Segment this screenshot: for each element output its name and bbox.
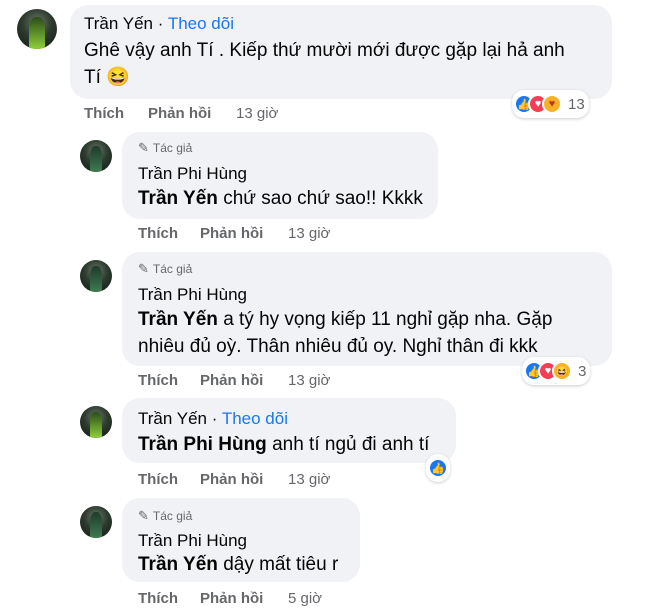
comment-actions: Thích Phản hồi 5 giờ	[138, 590, 438, 608]
mention-link[interactable]: Trần Yến	[138, 554, 218, 575]
comment-author: Trần Yến · Theo dõi	[138, 409, 288, 428]
author-name[interactable]: Trần Yến	[138, 409, 207, 428]
reaction-count: 3	[578, 362, 587, 380]
timestamp[interactable]: 13 giờ	[288, 372, 330, 389]
comment-actions: Thích Phản hồi 13 giờ	[138, 225, 438, 245]
timestamp[interactable]: 13 giờ	[288, 225, 330, 242]
reply-button[interactable]: Phản hồi	[200, 590, 263, 607]
reaction-summary[interactable]: 👍 ♥ 😆 3	[522, 357, 591, 385]
pencil-icon: ✎	[138, 508, 149, 523]
comment-actions: Thích Phản hồi 13 giờ	[84, 105, 384, 125]
like-button[interactable]: Thích	[84, 105, 124, 122]
author-name[interactable]: Trần Phi Hùng	[138, 531, 247, 551]
comment-text: Trần Yến chứ sao chứ sao!! Kkkk	[138, 188, 423, 209]
follow-link[interactable]: Theo dõi	[222, 409, 288, 428]
comment-author: Trần Yến · Theo dõi	[84, 14, 234, 33]
like-button[interactable]: Thích	[138, 372, 178, 389]
mention-link[interactable]: Trần Phi Hùng	[138, 434, 267, 455]
author-badge: ✎ Tác giả	[138, 261, 193, 276]
reply-button[interactable]: Phản hồi	[200, 225, 263, 242]
timestamp[interactable]: 5 giờ	[288, 590, 322, 607]
care-icon: ♥	[542, 94, 562, 114]
comment-text: Ghê vậy anh Tí . Kiếp thứ mười mới được …	[84, 40, 565, 88]
pencil-icon: ✎	[138, 140, 149, 155]
avatar[interactable]	[80, 406, 112, 438]
author-name[interactable]: Trần Phi Hùng	[138, 285, 247, 305]
comment-actions: Thích Phản hồi 13 giờ	[138, 372, 438, 392]
avatar[interactable]	[80, 506, 112, 538]
avatar[interactable]	[80, 260, 112, 292]
reaction-count: 13	[568, 95, 585, 113]
like-button[interactable]: Thích	[138, 590, 178, 607]
reply-button[interactable]: Phản hồi	[148, 105, 211, 122]
timestamp[interactable]: 13 giờ	[288, 471, 330, 488]
mention-link[interactable]: Trần Yến	[138, 309, 218, 330]
haha-icon: 😆	[552, 361, 572, 381]
reply-button[interactable]: Phản hồi	[200, 372, 263, 389]
avatar[interactable]	[80, 140, 112, 172]
like-button[interactable]: Thích	[138, 225, 178, 242]
mention-link[interactable]: Trần Yến	[138, 188, 218, 209]
author-badge: ✎ Tác giả	[138, 508, 193, 523]
reaction-summary[interactable]: 👍 ♥ ♥ 13	[512, 90, 589, 118]
comment-actions: Thích Phản hồi 13 giờ	[138, 471, 438, 491]
comment-text: Trần Yến a tý hy vọng kiếp 11 nghỉ gặp n…	[138, 309, 553, 357]
author-name[interactable]: Trần Phi Hùng	[138, 164, 247, 184]
timestamp[interactable]: 13 giờ	[236, 105, 278, 122]
laughing-emoji-icon: 😆	[106, 67, 130, 88]
comment-text: Trần Yến dậy mất tiêu r	[138, 554, 339, 575]
pencil-icon: ✎	[138, 261, 149, 276]
author-name[interactable]: Trần Yến	[84, 14, 153, 33]
avatar[interactable]	[17, 9, 57, 49]
follow-link[interactable]: Theo dõi	[168, 14, 234, 33]
like-button[interactable]: Thích	[138, 471, 178, 488]
comment-text: Trần Phi Hùng anh tí ngủ đi anh tí	[138, 434, 430, 455]
reply-button[interactable]: Phản hồi	[200, 471, 263, 488]
author-badge: ✎ Tác giả	[138, 140, 193, 155]
